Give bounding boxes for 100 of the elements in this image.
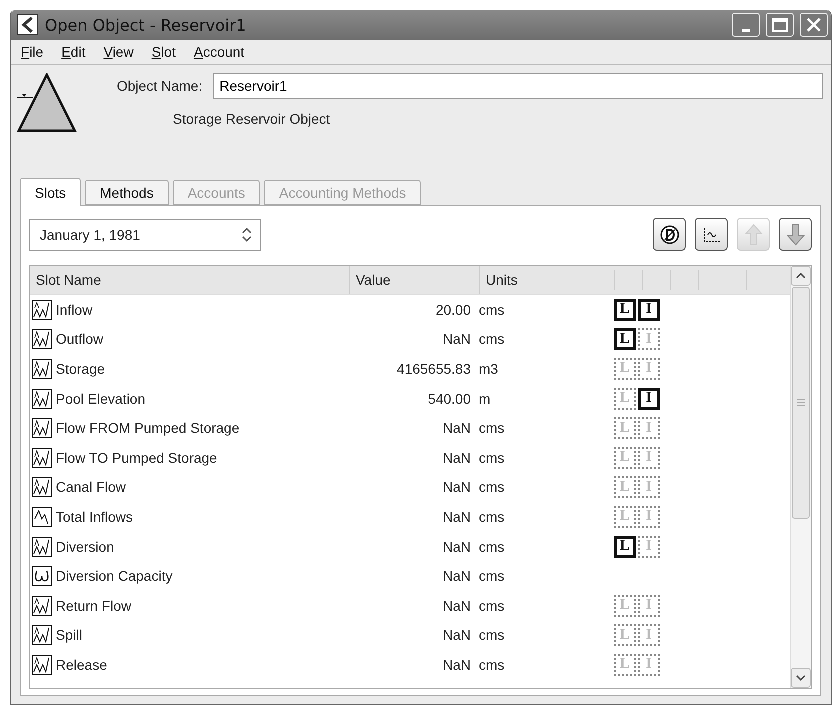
close-icon <box>806 17 822 33</box>
slot-flag: L <box>614 358 636 380</box>
object-name-field[interactable]: Reservoir1 <box>212 73 823 99</box>
toolbar-button[interactable] <box>653 218 686 251</box>
slot-value: NaN <box>442 627 472 644</box>
slot-flag: I <box>638 358 660 380</box>
slot-flag: I <box>638 476 660 498</box>
slot-type-icon <box>32 625 52 646</box>
slot-flag: I <box>638 298 660 321</box>
caret-up-icon <box>796 273 806 279</box>
slot-units: cms <box>479 479 506 496</box>
slot-units: cms <box>479 656 506 673</box>
scroll-down-button[interactable] <box>791 668 811 688</box>
slot-name[interactable]: Canal Flow <box>56 479 132 496</box>
slot-name[interactable]: Diversion Capacity <box>56 568 179 584</box>
slot-flag: L <box>614 417 636 440</box>
slot-type-icon <box>32 300 52 320</box>
menu-item[interactable]: Account <box>194 44 245 60</box>
slot-type-icon <box>32 596 52 616</box>
slot-flag: I <box>638 388 660 410</box>
slot-type-icon <box>32 418 52 438</box>
plot-icon <box>702 226 722 244</box>
slot-name[interactable]: Total Inflows <box>56 508 140 525</box>
date-value: January 1, 1981 <box>40 226 140 242</box>
slot-value: NaN <box>442 538 472 555</box>
slot-units: m3 <box>479 360 500 377</box>
slot-type-icon <box>32 388 52 409</box>
slot-name[interactable]: Flow FROM Pumped Storage <box>56 420 246 436</box>
slot-flag: L <box>614 506 636 528</box>
slot-type-icon <box>32 566 52 586</box>
slot-value: NaN <box>442 450 472 466</box>
menu-item[interactable]: File <box>21 44 44 60</box>
slot-value: NaN <box>442 598 472 614</box>
slot-type-icon <box>32 329 52 350</box>
maximize-button[interactable] <box>766 13 794 37</box>
slot-flag: L <box>614 298 636 321</box>
slot-name[interactable]: Release <box>56 656 114 673</box>
caret-down-icon <box>796 675 806 681</box>
reservoir-triangle-icon <box>17 73 77 135</box>
slot-name[interactable]: Inflow <box>56 302 99 318</box>
minimize-button[interactable] <box>732 13 760 37</box>
maximize-icon <box>772 18 788 32</box>
toolbar-button[interactable] <box>695 218 728 251</box>
slot-flag: I <box>638 654 660 676</box>
scroll-thumb[interactable] <box>792 287 810 519</box>
slot-flag: I <box>638 536 660 558</box>
slot-units: cms <box>479 538 506 555</box>
column-header[interactable]: Slot Name <box>30 266 349 294</box>
slot-type-icon <box>32 654 52 675</box>
slot-units: cms <box>479 420 506 436</box>
grip-icon <box>797 399 805 407</box>
slot-flag: L <box>614 446 636 469</box>
slot-name[interactable]: Outflow <box>56 331 110 348</box>
slot-value: 20.00 <box>434 302 472 318</box>
no-entry-circle-icon <box>660 224 680 244</box>
tab[interactable]: Methods <box>85 180 169 205</box>
date-field[interactable]: January 1, 1981 <box>29 218 261 250</box>
slot-flag: I <box>638 624 660 646</box>
slot-name[interactable]: Diversion <box>56 538 120 555</box>
slot-flag: L <box>614 476 636 498</box>
slot-value: 540.00 <box>427 390 472 407</box>
slot-units: cms <box>479 627 506 644</box>
down-arrow-icon <box>786 224 804 246</box>
slot-name[interactable]: Pool Elevation <box>56 390 152 407</box>
menu-item[interactable]: Edit <box>62 44 86 60</box>
spinner-icon[interactable] <box>242 226 252 242</box>
slot-type-icon <box>32 536 52 557</box>
slot-units: cms <box>479 568 506 584</box>
up-arrow-icon <box>744 224 762 246</box>
object-name-label: Object Name: <box>117 78 203 94</box>
slot-name[interactable]: Spill <box>56 627 88 644</box>
tab[interactable]: Slots <box>20 178 82 206</box>
slot-value: 4165655.83 <box>396 360 472 377</box>
toolbar-button[interactable] <box>779 218 812 251</box>
slot-units: cms <box>479 331 506 348</box>
menu-item[interactable]: Slot <box>152 44 176 60</box>
close-button[interactable] <box>800 13 828 37</box>
slot-flag: I <box>638 506 660 528</box>
slot-value: NaN <box>442 420 472 436</box>
slot-units: cms <box>479 302 506 318</box>
slot-value: NaN <box>442 508 472 525</box>
slot-units: cms <box>479 598 506 614</box>
slot-value: NaN <box>442 568 472 584</box>
slot-flag: I <box>638 328 660 350</box>
slot-value: NaN <box>442 656 472 673</box>
slot-name[interactable]: Flow TO Pumped Storage <box>56 450 224 466</box>
slot-units: cms <box>479 450 506 466</box>
slot-type-icon <box>32 358 52 379</box>
column-header[interactable]: Units <box>479 266 614 294</box>
scroll-up-button[interactable] <box>791 266 811 286</box>
app-logo-icon <box>17 14 39 36</box>
slot-value: NaN <box>442 331 472 348</box>
column-header[interactable]: Value <box>349 266 479 294</box>
minimize-icon <box>742 28 750 32</box>
slot-name[interactable]: Return Flow <box>56 598 138 614</box>
menu-item[interactable]: View <box>104 44 134 60</box>
slot-flag: L <box>614 594 636 617</box>
scrollbar[interactable] <box>790 266 811 688</box>
slot-flag: I <box>638 446 660 469</box>
slot-name[interactable]: Storage <box>56 360 112 377</box>
